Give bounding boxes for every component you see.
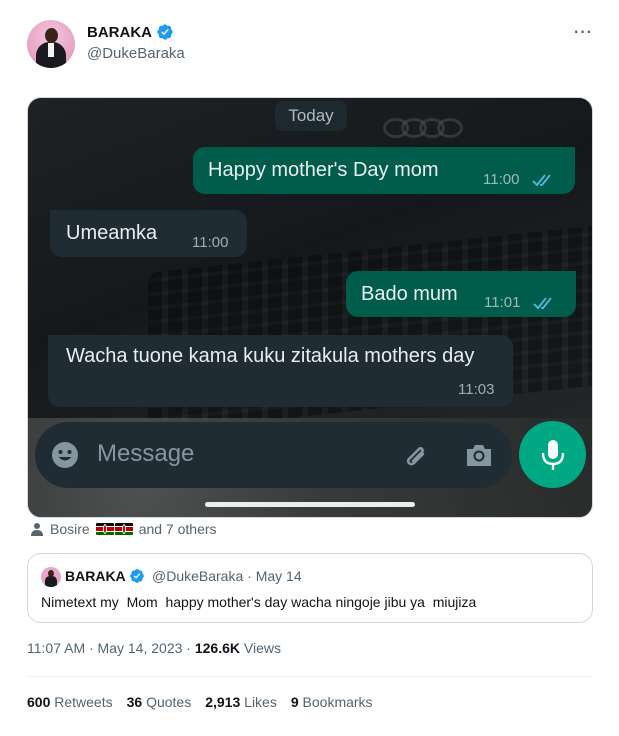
outgoing-message: Happy mother's Day mom 11:00	[193, 147, 575, 194]
message-text: Happy mother's Day mom	[208, 159, 439, 181]
tagged-first-name[interactable]: Bosire	[50, 521, 90, 537]
tweet: BARAKA @DukeBaraka ··· Today Happy mothe…	[0, 0, 619, 736]
message-time: 11:01	[484, 294, 521, 311]
verified-badge-icon	[157, 24, 173, 40]
message-composer: Message	[35, 422, 512, 488]
message-text: Wacha tuone kama kuku zitakula mothers d…	[66, 345, 475, 367]
mic-button	[519, 421, 586, 488]
incoming-message: Umeamka 11:00	[50, 210, 247, 257]
author-avatar[interactable]	[27, 20, 75, 68]
retweets-stat[interactable]: 600 Retweets	[27, 694, 113, 710]
emoji-icon	[52, 442, 78, 468]
message-time: 11:00	[483, 171, 520, 188]
message-time: 11:00	[192, 234, 229, 251]
message-text: Umeamka	[66, 222, 158, 244]
read-receipt-icon	[533, 297, 552, 310]
message-placeholder: Message	[97, 440, 195, 467]
outgoing-message: Bado mum 11:01	[346, 271, 576, 317]
quoted-handle-date: @DukeBaraka · May 14	[152, 568, 302, 584]
tagged-people[interactable]: Bosire and 7 others	[30, 521, 217, 537]
quoted-author-avatar	[41, 567, 61, 587]
author-handle[interactable]: @DukeBaraka	[87, 45, 185, 62]
divider	[27, 676, 593, 677]
kenya-flag-icon	[114, 523, 133, 535]
paperclip-icon	[406, 447, 425, 466]
home-indicator	[205, 502, 415, 507]
verified-badge-icon	[129, 569, 144, 583]
tweet-media-image[interactable]: Today Happy mother's Day mom 11:00 Umeam…	[27, 97, 593, 518]
likes-stat[interactable]: 2,913 Likes	[205, 694, 277, 710]
quoted-author-name-row: BARAKA	[65, 568, 145, 584]
engagement-stats: 600 Retweets 36 Quotes 2,913 Likes 9 Boo…	[27, 694, 373, 710]
person-icon	[31, 523, 43, 536]
tweet-timestamp: 11:07 AM · May 14, 2023 · 126.6K Views	[27, 640, 281, 656]
author-name-row[interactable]: BARAKA	[87, 23, 174, 41]
tagged-others[interactable]: and 7 others	[139, 521, 217, 537]
views-count: 126.6K	[194, 640, 240, 656]
bookmarks-stat[interactable]: 9 Bookmarks	[291, 694, 373, 710]
message-time: 11:03	[458, 381, 495, 398]
microphone-icon	[541, 440, 565, 470]
quoted-tweet-text: Nimetext my Mom happy mother's day wacha…	[41, 594, 477, 610]
message-text: Bado mum	[361, 283, 458, 305]
kenya-flag-emojis	[95, 523, 133, 535]
views-label: Views	[240, 640, 281, 656]
camera-icon	[467, 445, 491, 466]
kenya-flag-icon	[95, 523, 114, 535]
author-name[interactable]: BARAKA	[87, 24, 152, 41]
quoted-tweet[interactable]: BARAKA @DukeBaraka · May 14 Nimetext my …	[27, 553, 593, 623]
quotes-stat[interactable]: 36 Quotes	[127, 694, 192, 710]
read-receipt-icon	[532, 174, 551, 187]
timestamp-link[interactable]: 11:07 AM · May 14, 2023 ·	[27, 640, 195, 656]
date-separator: Today	[275, 101, 347, 131]
quoted-author-name: BARAKA	[65, 568, 126, 584]
more-options-icon[interactable]: ···	[574, 24, 593, 42]
incoming-message: Wacha tuone kama kuku zitakula mothers d…	[48, 335, 513, 407]
